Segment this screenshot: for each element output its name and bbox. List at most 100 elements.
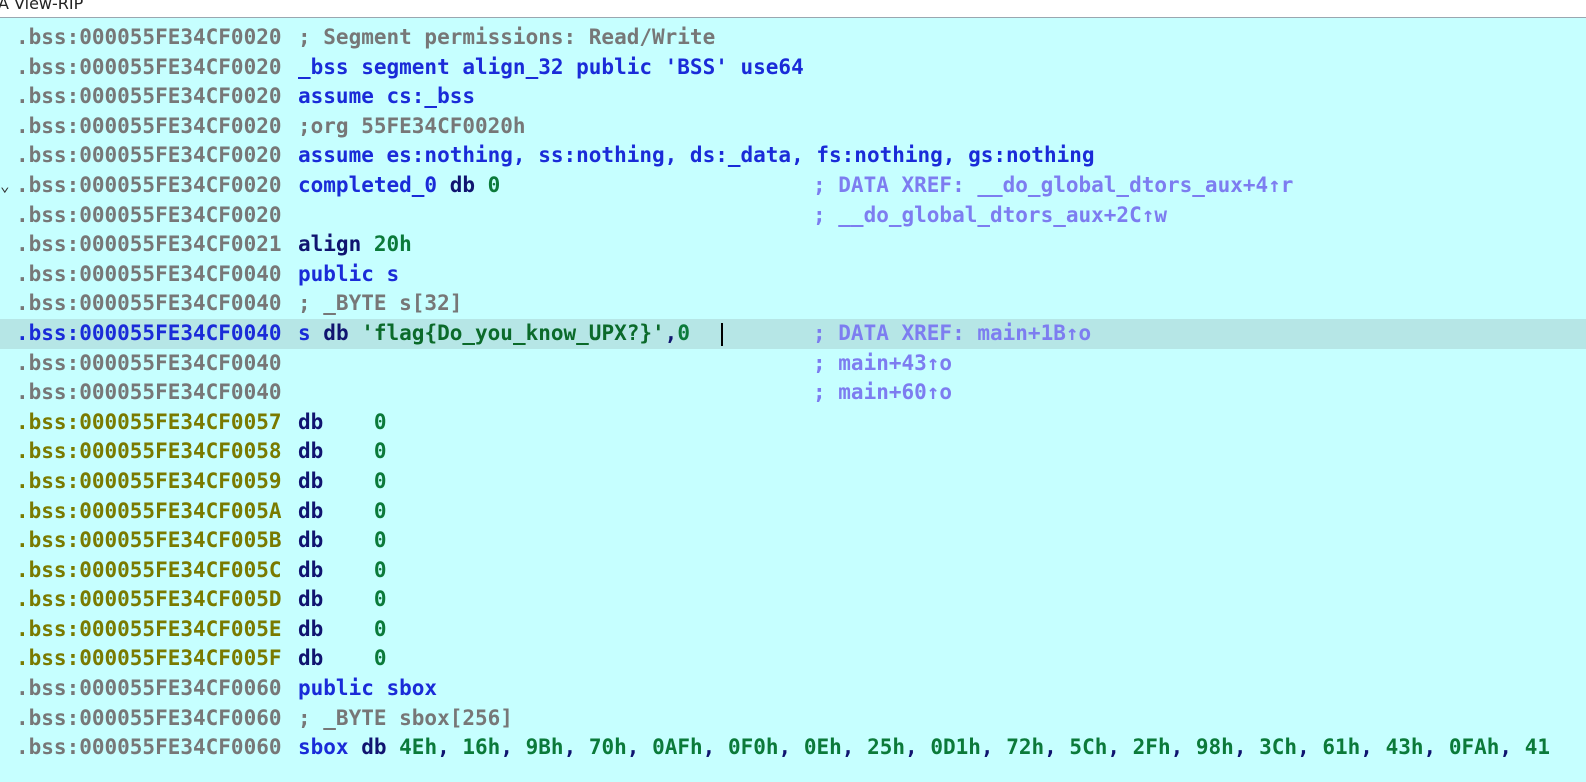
instruction-token[interactable]: , [500,735,525,759]
instruction-token[interactable]: 16h [462,735,500,759]
instruction-token[interactable]: db [298,410,374,434]
xref-comment[interactable]: ; DATA XREF: __do_global_dtors_aux+4↑r [813,171,1293,201]
instruction-token[interactable]: 3Ch [1259,735,1297,759]
row-address[interactable]: .bss:000055FE34CF0057 [16,408,282,438]
row-instruction[interactable]: public s [298,260,399,290]
instruction-token[interactable]: 0FAh [1449,735,1500,759]
listing-row[interactable]: .bss:000055FE34CF005D db 0 [0,585,1586,615]
row-instruction[interactable]: completed_0 db 0 [298,171,500,201]
instruction-token[interactable]: , [665,321,678,345]
instruction-token[interactable]: , [564,735,589,759]
instruction-token[interactable]: completed_0 [298,173,450,197]
row-address[interactable]: .bss:000055FE34CF0040 [16,260,282,290]
row-instruction[interactable]: db 0 [298,615,387,645]
instruction-token[interactable]: , [1499,735,1524,759]
instruction-token[interactable]: 61h [1322,735,1360,759]
row-instruction[interactable]: ; _BYTE sbox[256] [298,704,513,734]
xref-comment[interactable]: ; main+43↑o [813,349,952,379]
instruction-token[interactable]: , [1424,735,1449,759]
row-address[interactable]: .bss:000055FE34CF0021 [16,230,282,260]
instruction-token[interactable]: align [298,232,374,256]
instruction-token[interactable]: 'flag{Do_you_know_UPX?}' [361,321,664,345]
instruction-token[interactable]: s [298,321,323,345]
row-address[interactable]: .bss:000055FE34CF0020 [16,112,282,142]
instruction-token[interactable]: db [298,469,374,493]
instruction-token[interactable]: 0 [374,558,387,582]
listing-row[interactable]: .bss:000055FE34CF0058 db 0 [0,437,1586,467]
instruction-token[interactable]: , [981,735,1006,759]
instruction-token[interactable]: db [323,321,361,345]
listing-row[interactable]: .bss:000055FE34CF0040 ; main+43↑o [0,349,1586,379]
listing-row[interactable]: .bss:000055FE34CF0060 public sbox [0,674,1586,704]
collapse-chevron-icon[interactable]: ⌄ [0,171,10,201]
instruction-token[interactable]: 0D1h [930,735,981,759]
row-instruction[interactable]: db 0 [298,526,387,556]
instruction-token[interactable]: , [842,735,867,759]
instruction-token[interactable]: , [779,735,804,759]
row-address[interactable]: .bss:000055FE34CF0020 [16,82,282,112]
row-address[interactable]: .bss:000055FE34CF005D [16,585,282,615]
listing-row[interactable]: .bss:000055FE34CF0020 assume es:nothing, … [0,141,1586,171]
instruction-token[interactable]: 0 [374,439,387,463]
row-instruction[interactable]: public sbox [298,674,437,704]
instruction-token[interactable]: db [450,173,488,197]
listing-row[interactable]: .bss:000055FE34CF0040 ; main+60↑o [0,378,1586,408]
listing-row[interactable]: .bss:000055FE34CF0057 db 0 [0,408,1586,438]
listing-row[interactable]: .bss:000055FE34CF0060 ; _BYTE sbox[256] [0,704,1586,734]
instruction-token[interactable]: db [298,439,374,463]
instruction-token[interactable]: , [1044,735,1069,759]
instruction-token[interactable]: 0AFh [652,735,703,759]
instruction-token[interactable]: db [298,558,374,582]
listing-row[interactable]: .bss:000055FE34CF0040 ; _BYTE s[32] [0,289,1586,319]
row-address[interactable]: .bss:000055FE34CF005F [16,644,282,674]
listing-row[interactable]: .bss:000055FE34CF0060 sbox db 4Eh, 16h, 9… [0,733,1586,763]
instruction-token[interactable]: ;org 55FE34CF0020h [298,114,526,138]
listing-row[interactable]: .bss:000055FE34CF005B db 0 [0,526,1586,556]
instruction-token[interactable]: 41 [1525,735,1550,759]
row-address[interactable]: .bss:000055FE34CF0020 [16,23,282,53]
row-address[interactable]: .bss:000055FE34CF005B [16,526,282,556]
xref-comment[interactable]: ; DATA XREF: main+1B↑o [813,319,1091,349]
row-instruction[interactable]: db 0 [298,467,387,497]
row-address[interactable]: .bss:000055FE34CF0020 [16,53,282,83]
instruction-token[interactable]: sbox [298,735,361,759]
row-instruction[interactable]: sbox db 4Eh, 16h, 9Bh, 70h, 0AFh, 0F0h, … [298,733,1550,763]
instruction-token[interactable]: 0 [374,587,387,611]
instruction-token[interactable]: db [298,528,374,552]
row-instruction[interactable]: align 20h [298,230,412,260]
instruction-token[interactable]: , [437,735,462,759]
row-address[interactable]: .bss:000055FE34CF0040 [16,319,282,349]
instruction-token[interactable]: 5Ch [1069,735,1107,759]
row-address[interactable]: .bss:000055FE34CF0060 [16,674,282,704]
instruction-token[interactable]: 70h [589,735,627,759]
row-address[interactable]: .bss:000055FE34CF0020 [16,141,282,171]
instruction-token[interactable]: 0 [374,646,387,670]
instruction-token[interactable]: , [1297,735,1322,759]
instruction-token[interactable]: ; _BYTE s[32] [298,291,462,315]
row-instruction[interactable]: s db 'flag{Do_you_know_UPX?}',0 [298,319,690,349]
xref-comment[interactable]: ; __do_global_dtors_aux+2C↑w [813,201,1167,231]
listing-row[interactable]: .bss:000055FE34CF005F db 0 [0,644,1586,674]
row-address[interactable]: .bss:000055FE34CF005A [16,497,282,527]
instruction-token[interactable]: public s [298,262,399,286]
listing-row[interactable]: .bss:000055FE34CF0040 public s [0,260,1586,290]
row-address[interactable]: .bss:000055FE34CF0060 [16,704,282,734]
listing-row[interactable]: .bss:000055FE34CF0020 ; __do_global_dtors… [0,201,1586,231]
instruction-token[interactable]: 25h [867,735,905,759]
instruction-token[interactable]: 0 [677,321,690,345]
instruction-token[interactable]: assume cs:_bss [298,84,475,108]
instruction-token[interactable]: , [1234,735,1259,759]
instruction-token[interactable]: 98h [1196,735,1234,759]
row-address[interactable]: .bss:000055FE34CF0040 [16,349,282,379]
instruction-token[interactable]: 9Bh [526,735,564,759]
instruction-token[interactable]: , [627,735,652,759]
row-address[interactable]: .bss:000055FE34CF0040 [16,289,282,319]
row-instruction[interactable]: ;org 55FE34CF0020h [298,112,526,142]
instruction-token[interactable]: 0 [374,499,387,523]
instruction-token[interactable]: assume es:nothing, ss:nothing, ds:_data,… [298,143,1095,167]
row-instruction[interactable]: db 0 [298,408,387,438]
instruction-token[interactable]: , [703,735,728,759]
instruction-token[interactable]: 72h [1006,735,1044,759]
instruction-token[interactable]: , [1107,735,1132,759]
row-instruction[interactable]: ; _BYTE s[32] [298,289,462,319]
